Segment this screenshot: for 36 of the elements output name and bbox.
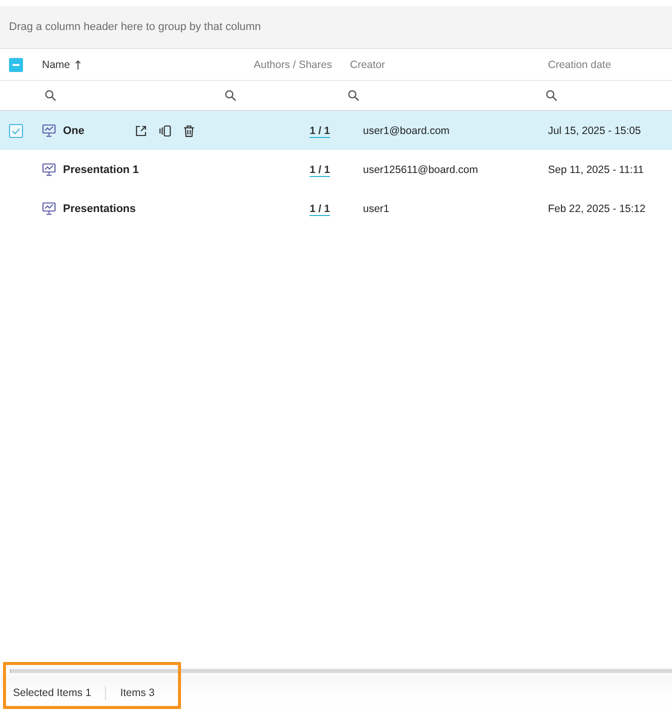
authors-shares-link[interactable]: 1 / 1 <box>310 202 330 214</box>
external-link-icon <box>135 124 147 136</box>
group-by-hint: Drag a column header here to group by that column <box>9 21 261 33</box>
search-icon <box>45 90 56 101</box>
selected-items-count: Selected Items 1 <box>13 687 92 699</box>
row-checkbox[interactable] <box>9 124 23 138</box>
creator-name: user1@board.com <box>363 124 450 136</box>
creation-date: Jul 15, 2025 - 15:05 <box>548 124 641 136</box>
creator-name: user125611@board.com <box>363 164 478 176</box>
search-icon <box>348 90 359 101</box>
item-name: Presentation 1 <box>63 164 139 176</box>
creation-date: Sep 11, 2025 - 11:11 <box>548 164 644 176</box>
item-name: One <box>63 124 84 136</box>
column-header[interactable]: Creation date <box>548 58 612 70</box>
presentation-icon <box>42 163 56 176</box>
table-row[interactable]: One 1 / 1 user1@board.com Jul 15, 2025 - 15:05 <box>0 111 672 150</box>
duplicate-button[interactable] <box>159 124 171 136</box>
item-name: Presentations <box>63 202 136 214</box>
creation-date: Feb 22, 2025 - 15:12 <box>548 202 646 214</box>
creator-name: user1 <box>363 202 390 214</box>
horizontal-scrollbar[interactable] <box>10 669 672 673</box>
stacked-pages-icon <box>159 124 171 136</box>
select-all-checkbox[interactable] <box>9 58 23 72</box>
items-count: Items 3 <box>120 687 155 699</box>
presentation-icon <box>42 202 56 215</box>
authors-shares-link[interactable]: 1 / 1 <box>310 124 330 136</box>
delete-button[interactable] <box>183 124 195 136</box>
search-icon <box>546 90 557 101</box>
authors-shares-link[interactable]: 1 / 1 <box>310 164 330 176</box>
column-header[interactable]: Authors / Shares <box>254 58 332 70</box>
presentation-icon <box>42 124 56 137</box>
trash-icon <box>183 124 195 136</box>
open-button[interactable] <box>135 124 147 136</box>
column-header[interactable]: Name <box>42 58 82 70</box>
search-icon <box>225 90 236 101</box>
column-header[interactable]: Creator <box>350 58 386 70</box>
